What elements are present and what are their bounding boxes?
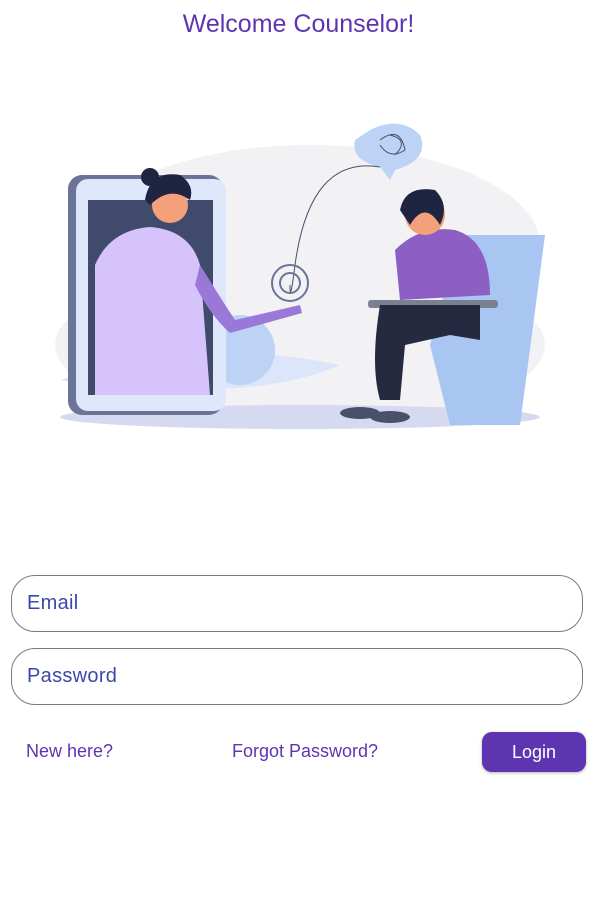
new-here-link[interactable]: New here? [26, 741, 113, 762]
login-button[interactable]: Login [482, 732, 586, 772]
password-input[interactable] [12, 649, 582, 704]
password-field[interactable] [11, 648, 583, 705]
counseling-illustration [55, 123, 545, 429]
email-field[interactable] [11, 575, 583, 632]
page-title: Welcome Counselor! [182, 10, 415, 38]
email-input[interactable] [12, 576, 582, 631]
forgot-password-link[interactable]: Forgot Password? [232, 741, 378, 762]
